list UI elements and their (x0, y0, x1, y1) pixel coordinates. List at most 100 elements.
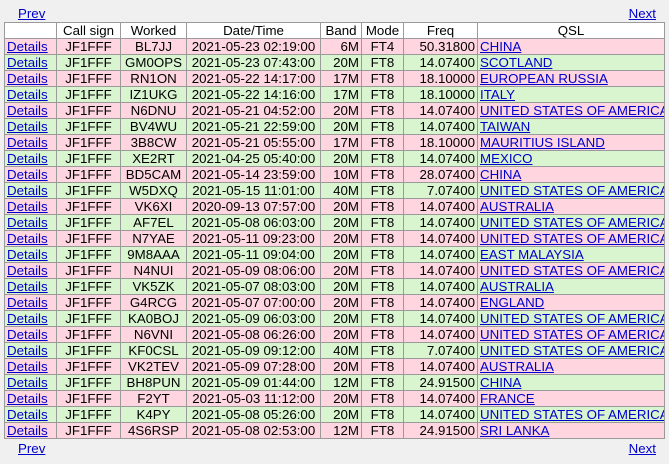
band-cell: 20M (333, 103, 359, 118)
freq-cell: 14.07400 (403, 358, 478, 375)
datetime-cell: 2021-05-09 06:03:00 (191, 311, 316, 326)
mode-cell: FT8 (361, 182, 404, 199)
details-link[interactable]: Details (7, 232, 48, 246)
qsl-link[interactable]: UNITED STATES OF AMERICA (480, 104, 664, 118)
qsl-link[interactable]: UNITED STATES OF AMERICA (480, 232, 664, 246)
mode-cell: FT8 (370, 87, 395, 102)
qsl-cell: UNITED STATES OF AMERICA (477, 230, 665, 247)
mode-cell: FT8 (370, 231, 395, 246)
qsl-link[interactable]: SCOTLAND (480, 56, 552, 70)
qsl-link[interactable]: UNITED STATES OF AMERICA (480, 408, 664, 422)
details-link[interactable]: Details (7, 296, 48, 310)
mode-cell: FT8 (370, 327, 395, 342)
details-link[interactable]: Details (7, 104, 48, 118)
table-row: Details JF1FFF 3B8CW 2021-05-21 05:55:00 17M… (4, 134, 665, 151)
qsl-link[interactable]: MAURITIUS ISLAND (480, 136, 605, 150)
details-link[interactable]: Details (7, 392, 48, 406)
next-link-top[interactable]: Next (629, 6, 656, 21)
prev-link-top[interactable]: Prev (18, 6, 45, 21)
freq-cell: 14.07400 (419, 263, 475, 278)
details-cell: Details (4, 278, 57, 295)
qsl-link[interactable]: SRI LANKA (480, 424, 549, 438)
qsl-cell: AUSTRALIA (477, 198, 665, 215)
worked-cell: AF7EL (133, 215, 174, 230)
worked-cell: XE2RT (120, 150, 187, 167)
details-link[interactable]: Details (7, 344, 48, 358)
details-link[interactable]: Details (7, 264, 48, 278)
call-sign-cell: JF1FFF (56, 214, 121, 231)
qsl-link[interactable]: ITALY (480, 88, 515, 102)
details-link[interactable]: Details (7, 56, 48, 70)
details-link[interactable]: Details (7, 280, 48, 294)
details-link[interactable]: Details (7, 328, 48, 342)
datetime-cell: 2021-05-03 11:12:00 (186, 390, 321, 407)
details-link[interactable]: Details (7, 88, 48, 102)
details-link[interactable]: Details (7, 136, 48, 150)
details-link[interactable]: Details (7, 184, 48, 198)
details-link[interactable]: Details (7, 72, 48, 86)
band-cell: 12M (333, 423, 359, 438)
datetime-cell: 2021-05-21 22:59:00 (186, 118, 321, 135)
qsl-link[interactable]: AUSTRALIA (480, 200, 554, 214)
freq-cell: 14.07400 (403, 278, 478, 295)
details-link[interactable]: Details (7, 200, 48, 214)
datetime-cell: 2021-05-09 09:12:00 (191, 343, 316, 358)
qsl-link[interactable]: UNITED STATES OF AMERICA (480, 184, 664, 198)
freq-cell: 18.10000 (403, 134, 478, 151)
qsl-link[interactable]: ENGLAND (480, 296, 544, 310)
next-link-bottom[interactable]: Next (629, 441, 656, 456)
datetime-cell: 2021-05-23 07:43:00 (186, 54, 321, 71)
details-cell: Details (4, 342, 57, 359)
worked-cell: N7YAE (132, 231, 175, 246)
band-cell: 17M (320, 134, 362, 151)
freq-cell: 24.91500 (403, 374, 478, 391)
qsl-link[interactable]: FRANCE (480, 392, 535, 406)
band-cell: 20M (320, 246, 362, 263)
band-cell: 20M (320, 278, 362, 295)
mode-cell: FT8 (370, 423, 395, 438)
details-link[interactable]: Details (7, 152, 48, 166)
worked-cell: F2YT (120, 390, 187, 407)
qsl-link[interactable]: UNITED STATES OF AMERICA (480, 344, 664, 358)
freq-cell: 14.07400 (419, 391, 475, 406)
qsl-link[interactable]: UNITED STATES OF AMERICA (480, 328, 664, 342)
datetime-cell: 2021-05-07 08:03:00 (186, 278, 321, 295)
qsl-link[interactable]: CHINA (480, 40, 521, 54)
details-cell: Details (4, 166, 57, 183)
band-cell: 20M (320, 310, 362, 327)
call-sign-cell: JF1FFF (56, 150, 121, 167)
header-call-sign: Call sign (56, 22, 121, 39)
qsl-link[interactable]: CHINA (480, 376, 521, 390)
datetime-cell: 2020-09-13 07:57:00 (186, 198, 321, 215)
worked-cell: BL7JJ (135, 39, 172, 54)
qsl-link[interactable]: AUSTRALIA (480, 280, 554, 294)
details-link[interactable]: Details (7, 408, 48, 422)
details-link[interactable]: Details (7, 424, 48, 438)
qsl-link[interactable]: MEXICO (480, 152, 532, 166)
details-link[interactable]: Details (7, 120, 48, 134)
prev-link-bottom[interactable]: Prev (18, 441, 45, 456)
qsl-link[interactable]: UNITED STATES OF AMERICA (480, 216, 664, 230)
details-link[interactable]: Details (7, 376, 48, 390)
qsl-cell: CHINA (477, 38, 665, 55)
qsl-link[interactable]: EAST MALAYSIA (480, 248, 584, 262)
details-link[interactable]: Details (7, 312, 48, 326)
qsl-link[interactable]: CHINA (480, 168, 521, 182)
qsl-link[interactable]: EUROPEAN RUSSIA (480, 72, 608, 86)
qsl-link[interactable]: TAIWAN (480, 120, 530, 134)
qsl-link[interactable]: UNITED STATES OF AMERICA (480, 312, 664, 326)
call-sign-cell: JF1FFF (56, 102, 121, 119)
freq-cell: 14.07400 (403, 406, 478, 423)
details-link[interactable]: Details (7, 248, 48, 262)
details-link[interactable]: Details (7, 168, 48, 182)
call-sign-cell: JF1FFF (56, 134, 121, 151)
qsl-link[interactable]: AUSTRALIA (480, 360, 554, 374)
qso-table: Call sign Worked Date/Time Band Mode Fre… (4, 22, 665, 439)
details-link[interactable]: Details (7, 216, 48, 230)
band-cell: 20M (333, 327, 359, 342)
qsl-link[interactable]: UNITED STATES OF AMERICA (480, 264, 664, 278)
details-link[interactable]: Details (7, 360, 48, 374)
details-link[interactable]: Details (7, 40, 48, 54)
table-row: Details JF1FFF BH8PUN 2021-05-09 01:44:00 12… (4, 374, 665, 391)
worked-cell: 9M8AAA (127, 247, 180, 262)
